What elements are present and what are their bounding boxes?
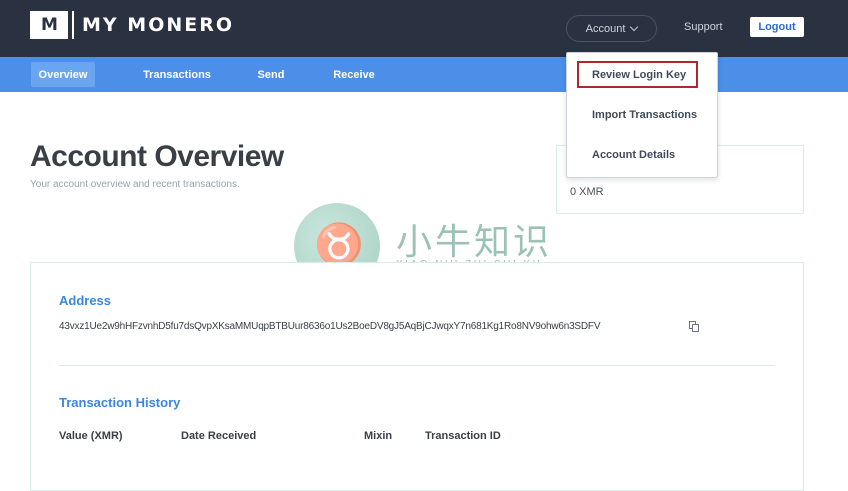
tab-overview[interactable]: Overview [31, 62, 95, 87]
tab-receive[interactable]: Receive [328, 57, 380, 92]
divider [59, 365, 775, 366]
page-subtitle: Your account overview and recent transac… [30, 179, 240, 190]
menu-item-import-transactions[interactable]: Import Transactions [592, 109, 697, 121]
account-menu-button[interactable]: Account [566, 15, 657, 42]
logout-button[interactable]: Logout [750, 17, 804, 37]
tab-transactions[interactable]: Transactions [138, 57, 216, 92]
bull-icon: ♉ [314, 223, 364, 267]
copy-icon[interactable] [689, 321, 700, 332]
logo-divider [72, 11, 74, 39]
support-link[interactable]: Support [684, 21, 723, 33]
address-label: Address [59, 293, 112, 308]
logo-text: MY MONERO [82, 14, 235, 36]
account-label: Account [585, 22, 626, 35]
menu-item-account-details[interactable]: Account Details [592, 149, 675, 161]
column-header-transaction-id: Transaction ID [425, 430, 501, 442]
account-dropdown-menu: Review Login Key Import Transactions Acc… [566, 52, 718, 178]
tab-send[interactable]: Send [251, 57, 291, 92]
overview-card: Address 43vxz1Ue2w9hHFzvnhD5fu7dsQvpXKsa… [30, 262, 804, 491]
balance-value: 0 XMR [570, 186, 604, 198]
logo[interactable]: M MY MONERO [30, 11, 234, 39]
column-header-mixin: Mixin [364, 430, 393, 442]
menu-item-review-login-key[interactable]: Review Login Key [592, 69, 686, 81]
column-header-value: Value (XMR) [59, 430, 123, 442]
nav-bar: Overview Transactions Send Receive [0, 57, 848, 92]
chevron-down-icon [630, 22, 639, 31]
page-title: Account Overview [30, 140, 284, 173]
logo-mark: M [30, 11, 68, 39]
address-value[interactable]: 43vxz1Ue2w9hHFzvnhD5fu7dsQvpXKsaMMUqpBTB… [59, 321, 601, 332]
transaction-history-label: Transaction History [59, 395, 181, 410]
column-header-date: Date Received [181, 430, 257, 442]
top-bar: M MY MONERO Account Support Logout [0, 0, 848, 57]
